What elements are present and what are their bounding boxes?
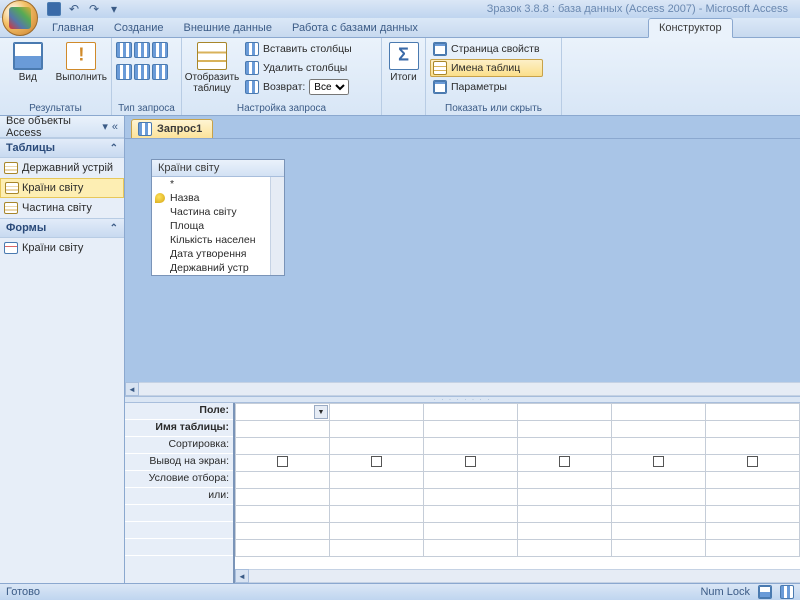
group-setup-title: Настройка запроса	[186, 102, 377, 115]
design-grid-table[interactable]: ▼	[235, 403, 800, 557]
qat-save[interactable]	[46, 1, 62, 17]
totals-button[interactable]: Итоги	[386, 40, 421, 83]
title-bar: ↶ ↷ ▾ Зразок 3.8.8 : база данных (Access…	[0, 0, 800, 18]
scroll-left-icon[interactable]: ◄	[235, 569, 249, 583]
field-item[interactable]: Державний устр	[152, 261, 284, 275]
show-table-button[interactable]: Отобразить таблицу	[186, 40, 238, 94]
parameters-button[interactable]: Параметры	[430, 78, 543, 96]
qtype-select-icon[interactable]	[116, 42, 132, 58]
field-item[interactable]: *	[152, 177, 284, 191]
tab-home[interactable]: Главная	[42, 19, 104, 37]
document-tab[interactable]: Запрос1	[131, 119, 213, 138]
group-qtype-title: Тип запроса	[116, 102, 177, 115]
nav-table-2[interactable]: Частина світу	[0, 198, 124, 218]
ribbon-tabs: Главная Создание Внешние данные Работа с…	[0, 18, 800, 38]
grid-hscroll[interactable]: ◄	[235, 569, 800, 583]
show-checkbox[interactable]	[653, 456, 664, 467]
splitter[interactable]: · · · · · · · ·	[125, 396, 800, 403]
row-label-sort: Сортировка:	[125, 437, 233, 454]
row-label-or: или:	[125, 488, 233, 505]
qtype-crosstab-icon[interactable]	[134, 42, 150, 58]
status-numlock: Num Lock	[700, 586, 750, 598]
group-results-title: Результаты	[4, 102, 107, 115]
row-label-criteria: Условие отбора:	[125, 471, 233, 488]
scrollbar-vertical[interactable]	[270, 177, 284, 275]
view-sql-icon[interactable]	[780, 585, 794, 599]
field-item[interactable]: Частина світу	[152, 205, 284, 219]
row-label-show: Вывод на экран:	[125, 454, 233, 471]
chevron-up-icon: ⌃	[110, 143, 118, 154]
row-label-field: Поле:	[125, 403, 233, 420]
return-select[interactable]: Все	[309, 79, 349, 95]
ribbon: Вид Выполнить Результаты Тип запроса Ото…	[0, 38, 800, 116]
table-field-list[interactable]: Країни світу * Назва Частина світу Площа…	[151, 159, 285, 276]
grid-cell[interactable]: ▼	[236, 404, 330, 421]
tab-create[interactable]: Создание	[104, 19, 174, 37]
show-checkbox[interactable]	[559, 456, 570, 467]
qtype-update-icon[interactable]	[134, 64, 150, 80]
qat-redo[interactable]: ↷	[86, 1, 102, 17]
field-item[interactable]: Площа	[152, 219, 284, 233]
qat-undo[interactable]: ↶	[66, 1, 82, 17]
scroll-left-icon[interactable]: ◄	[125, 382, 139, 396]
show-checkbox[interactable]	[747, 456, 758, 467]
upper-hscroll[interactable]: ◄	[125, 382, 800, 396]
group-showhide-title: Показать или скрыть	[430, 102, 557, 115]
show-checkbox[interactable]	[371, 456, 382, 467]
tab-database-tools[interactable]: Работа с базами данных	[282, 19, 428, 37]
nav-category-tables[interactable]: Таблицы⌃	[0, 138, 124, 158]
qtype-append-icon[interactable]	[116, 64, 132, 80]
chevron-up-icon: ⌃	[110, 223, 118, 234]
dropdown-icon[interactable]: ▼	[314, 405, 328, 419]
status-bar: Готово Num Lock	[0, 583, 800, 600]
nav-header[interactable]: Все объекты Access▾«	[0, 116, 124, 138]
nav-table-0[interactable]: Державний устрій	[0, 158, 124, 178]
query-design-grid: Поле: Имя таблицы: Сортировка: Вывод на …	[125, 403, 800, 583]
field-item[interactable]: Кількість населен	[152, 233, 284, 247]
table-names-button[interactable]: Имена таблиц	[430, 59, 543, 77]
view-datasheet-icon[interactable]	[758, 585, 772, 599]
navigation-pane: Все объекты Access▾« Таблицы⌃ Державний …	[0, 116, 125, 583]
nav-form-0[interactable]: Країни світу	[0, 238, 124, 258]
nav-category-forms[interactable]: Формы⌃	[0, 218, 124, 238]
field-item[interactable]: Назва	[152, 191, 284, 205]
run-button[interactable]: Выполнить	[56, 40, 107, 83]
nav-table-1[interactable]: Країни світу	[0, 178, 124, 198]
status-ready: Готово	[6, 586, 40, 598]
query-design-upper[interactable]: Країни світу * Назва Частина світу Площа…	[125, 138, 800, 396]
qat-more[interactable]: ▾	[106, 1, 122, 17]
delete-columns-button[interactable]: Удалить столбцы	[242, 59, 355, 77]
field-item[interactable]: Дата утворення	[152, 247, 284, 261]
chevron-down-icon[interactable]: ▾	[102, 120, 108, 133]
tab-designer[interactable]: Конструктор	[648, 18, 733, 38]
row-label-table: Имя таблицы:	[125, 420, 233, 437]
qtype-maketable-icon[interactable]	[152, 42, 168, 58]
property-sheet-button[interactable]: Страница свойств	[430, 40, 543, 58]
office-button[interactable]	[2, 0, 38, 36]
view-button[interactable]: Вид	[4, 40, 52, 83]
qtype-delete-icon[interactable]	[152, 64, 168, 80]
collapse-icon[interactable]: «	[112, 121, 118, 133]
tab-external-data[interactable]: Внешние данные	[174, 19, 282, 37]
insert-columns-button[interactable]: Вставить столбцы	[242, 40, 355, 58]
show-checkbox[interactable]	[277, 456, 288, 467]
show-checkbox[interactable]	[465, 456, 476, 467]
return-rows[interactable]: Возврат: Все	[242, 78, 355, 96]
table-title: Країни світу	[152, 160, 284, 177]
app-title: Зразок 3.8.8 : база данных (Access 2007)…	[487, 3, 788, 15]
